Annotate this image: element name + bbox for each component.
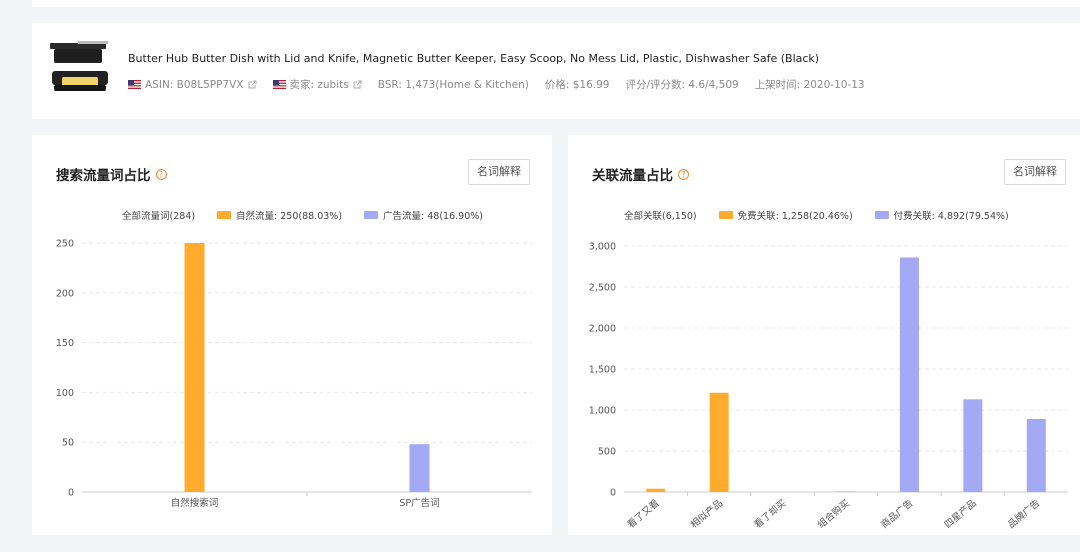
x-tick-label: 自然搜索词: [171, 497, 219, 509]
x-tick-label: 商品广告: [879, 497, 916, 531]
x-tick-label: SP广告词: [399, 497, 439, 509]
bar[interactable]: [836, 491, 856, 492]
y-tick-label: 250: [56, 239, 74, 250]
us-flag-icon: [128, 80, 141, 89]
y-tick-label: 200: [56, 288, 74, 299]
y-tick-label: 0: [610, 488, 616, 499]
us-flag-icon: [272, 80, 286, 89]
bar[interactable]: [709, 392, 729, 492]
y-tick-label: 100: [56, 388, 74, 399]
x-tick-label: 四星产品: [942, 497, 979, 531]
bar[interactable]: [899, 257, 919, 492]
y-tick-label: 50: [62, 438, 74, 449]
bar[interactable]: [646, 488, 666, 492]
y-tick-label: 500: [598, 447, 616, 458]
asin-text: ASIN: B08L5PP7VX: [145, 78, 244, 91]
y-tick-label: 2,000: [589, 324, 616, 335]
listed-date-text: 上架时间: 2020-10-13: [754, 79, 865, 91]
search-traffic-card: 搜索流量词占比 ? 名词解释 全部流量词(284) 自然流量: 250(88.0…: [32, 135, 552, 535]
y-tick-label: 2,500: [589, 283, 616, 294]
product-card: Butter Hub Butter Dish with Lid and Knif…: [32, 23, 1080, 119]
bsr-text: BSR: 1,473(Home & Kitchen): [377, 78, 529, 91]
bar[interactable]: [1026, 419, 1046, 492]
product-thumbnail: [50, 41, 108, 91]
y-tick-label: 1,000: [589, 406, 616, 417]
y-tick-label: 150: [56, 338, 74, 349]
x-tick-label: 组合购买: [815, 497, 852, 531]
x-tick-label: 看了又看: [625, 497, 662, 531]
product-title[interactable]: Butter Hub Butter Dish with Lid and Knif…: [128, 52, 819, 65]
seller-text: 卖家: zubits: [289, 79, 349, 91]
seller-item[interactable]: 卖家: zubits: [272, 77, 362, 92]
y-tick-label: 1,500: [589, 365, 616, 376]
top-panel-edge: [32, 0, 1080, 7]
price-text: 价格: $16.99: [544, 79, 610, 91]
external-link-icon[interactable]: [353, 80, 362, 89]
related-traffic-chart: 0 500 1,000 1,500 2,000 2,500 3,000 看了又看 相似产品 看了却…: [589, 242, 1068, 531]
y-tick-label: 0: [68, 488, 74, 499]
x-tick-label: 看了却买: [752, 497, 789, 531]
rating-text: 评分/评分数: 4.6/4,509: [625, 79, 739, 91]
bar[interactable]: [963, 399, 983, 492]
x-tick-label: 相似产品: [688, 497, 725, 531]
asin-item[interactable]: ASIN: B08L5PP7VX: [128, 79, 257, 91]
related-traffic-card: 关联流量占比 ? 名词解释 全部关联(6,150) 免费关联: 1,258(20…: [568, 135, 1080, 535]
bar[interactable]: [184, 243, 205, 492]
bar[interactable]: [409, 444, 430, 492]
external-link-icon[interactable]: [248, 80, 257, 89]
product-meta: ASIN: B08L5PP7VX 卖家: zubits BSR: 1,473(H…: [128, 77, 881, 92]
y-tick-label: 3,000: [589, 242, 616, 253]
x-tick-label: 品牌广告: [1005, 497, 1042, 531]
search-traffic-chart: 0 50 100 150 200 250 自然搜索词 SP广告词: [56, 239, 532, 509]
